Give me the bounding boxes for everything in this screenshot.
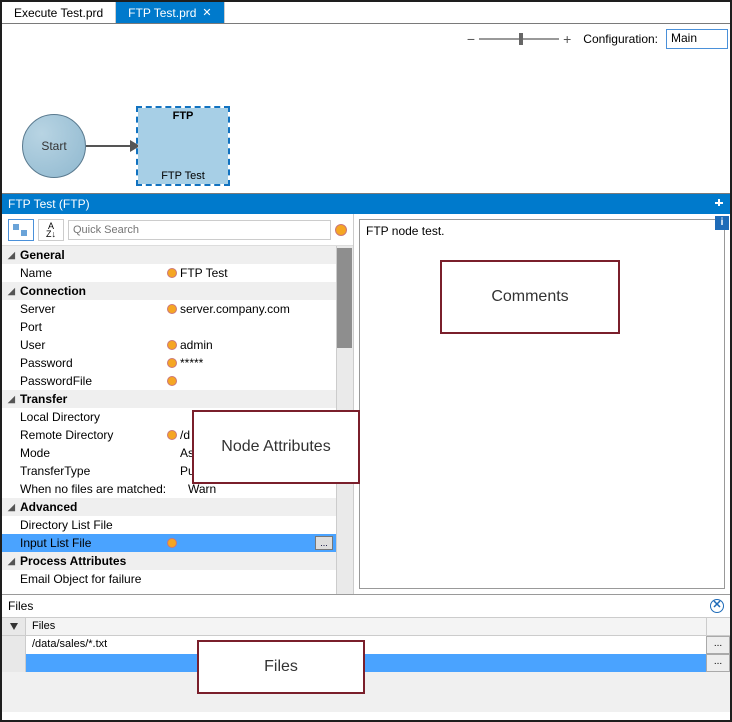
warning-icon — [167, 358, 177, 368]
warning-icon — [167, 268, 177, 278]
scrollbar-thumb[interactable] — [337, 248, 352, 348]
prop-transfertype[interactable]: TransferTypePull — [2, 462, 353, 480]
zoom-handle[interactable] — [519, 33, 523, 45]
files-row-selected[interactable]: ... — [2, 654, 730, 672]
files-cell[interactable] — [26, 654, 706, 672]
property-grid-pane: AZ↓ ◢General NameFTP Test ◢Connection Se… — [2, 214, 354, 594]
prop-emailobj[interactable]: Email Object for failure — [2, 570, 353, 588]
tab-ftp-test[interactable]: FTP Test.prd ✕ — [116, 2, 224, 23]
browse-button[interactable]: ... — [315, 536, 333, 550]
collapse-icon[interactable]: ◢ — [8, 286, 18, 297]
close-panel-icon[interactable]: ✕ — [710, 599, 724, 613]
zoom-slider[interactable]: − + — [465, 31, 573, 47]
files-row[interactable]: /data/sales/*.txt ... — [2, 636, 730, 654]
files-panel-header: Files ✕ — [2, 595, 730, 617]
collapse-icon[interactable]: ◢ — [8, 556, 18, 567]
prop-inputlistfile[interactable]: Input List File... — [2, 534, 353, 552]
search-input[interactable] — [68, 220, 331, 240]
warning-icon[interactable] — [335, 224, 347, 236]
tab-label: FTP Test.prd — [128, 6, 196, 20]
warning-icon — [167, 376, 177, 386]
start-label: Start — [41, 139, 66, 153]
files-panel: Files ✕ Files /data/sales/*.txt ... ... — [2, 594, 730, 712]
collapse-icon[interactable]: ◢ — [8, 394, 18, 405]
section-general[interactable]: ◢General — [2, 246, 353, 264]
minus-icon[interactable]: − — [465, 31, 477, 47]
collapse-icon[interactable]: ◢ — [8, 502, 18, 513]
warning-icon — [167, 340, 177, 350]
panel-title-text: FTP Test (FTP) — [8, 197, 90, 211]
warning-icon — [167, 304, 177, 314]
start-node[interactable]: Start — [22, 114, 86, 178]
tab-label: Execute Test.prd — [14, 6, 103, 20]
file-tabs: Execute Test.prd FTP Test.prd ✕ — [2, 2, 730, 24]
files-grid-header: Files — [2, 618, 730, 636]
ftp-node-footer: FTP Test — [138, 170, 228, 182]
browse-button[interactable]: ... — [706, 636, 730, 654]
files-grid-empty — [2, 672, 730, 712]
collapse-icon[interactable]: ◢ — [8, 250, 18, 261]
alphabetical-view-button[interactable]: AZ↓ — [38, 219, 64, 241]
warning-icon — [167, 538, 177, 548]
scrollbar[interactable] — [336, 246, 353, 594]
row-selector-header[interactable] — [2, 618, 26, 635]
info-icon[interactable]: i — [715, 216, 729, 230]
warning-icon — [167, 430, 177, 440]
files-cell[interactable]: /data/sales/*.txt — [26, 636, 706, 654]
prop-user[interactable]: Useradmin — [2, 336, 353, 354]
diagram-canvas[interactable]: Start FTP FTP Test — [2, 54, 730, 194]
prop-passwordfile[interactable]: PasswordFile — [2, 372, 353, 390]
plus-icon[interactable]: + — [561, 31, 573, 47]
comments-textarea[interactable]: FTP node test. — [359, 219, 725, 589]
prop-nomatch[interactable]: When no files are matched:Warn — [2, 480, 353, 498]
row-selector[interactable] — [2, 654, 26, 672]
prop-server[interactable]: Serverserver.company.com — [2, 300, 353, 318]
section-connection[interactable]: ◢Connection — [2, 282, 353, 300]
row-selector[interactable] — [2, 636, 26, 654]
prop-mode[interactable]: ModeAscii — [2, 444, 353, 462]
config-label: Configuration: — [583, 32, 658, 46]
property-toolbar: AZ↓ — [2, 214, 353, 246]
ftp-node-header: FTP — [138, 108, 228, 122]
section-transfer[interactable]: ◢Transfer — [2, 390, 353, 408]
ftp-node[interactable]: FTP FTP Test — [138, 108, 228, 184]
prop-remotedir[interactable]: Remote Directory/d — [2, 426, 353, 444]
tab-execute-test[interactable]: Execute Test.prd — [2, 2, 116, 23]
browse-button[interactable]: ... — [706, 654, 730, 672]
section-process[interactable]: ◢Process Attributes — [2, 552, 353, 570]
files-header-spacer — [706, 618, 730, 635]
files-col-header[interactable]: Files — [26, 618, 706, 635]
prop-localdir[interactable]: Local Directory — [2, 408, 353, 426]
zoom-track[interactable] — [479, 38, 559, 40]
section-advanced[interactable]: ◢Advanced — [2, 498, 353, 516]
prop-port[interactable]: Port — [2, 318, 353, 336]
prop-dirlistfile[interactable]: Directory List File — [2, 516, 353, 534]
property-grid: ◢General NameFTP Test ◢Connection Server… — [2, 246, 353, 594]
comments-pane: i FTP node test. — [354, 214, 730, 594]
middle-split: AZ↓ ◢General NameFTP Test ◢Connection Se… — [2, 214, 730, 594]
config-bar: − + Configuration: Main — [2, 24, 730, 54]
pin-icon[interactable] — [714, 199, 724, 209]
prop-password[interactable]: Password***** — [2, 354, 353, 372]
prop-name[interactable]: NameFTP Test — [2, 264, 353, 282]
close-icon[interactable]: ✕ — [202, 6, 211, 19]
files-panel-label: Files — [8, 599, 33, 613]
properties-panel-title: FTP Test (FTP) — [2, 194, 730, 214]
config-select[interactable]: Main — [666, 29, 728, 49]
files-grid: Files /data/sales/*.txt ... ... — [2, 617, 730, 712]
comments-text: FTP node test. — [366, 224, 445, 238]
categorized-view-button[interactable] — [8, 219, 34, 241]
